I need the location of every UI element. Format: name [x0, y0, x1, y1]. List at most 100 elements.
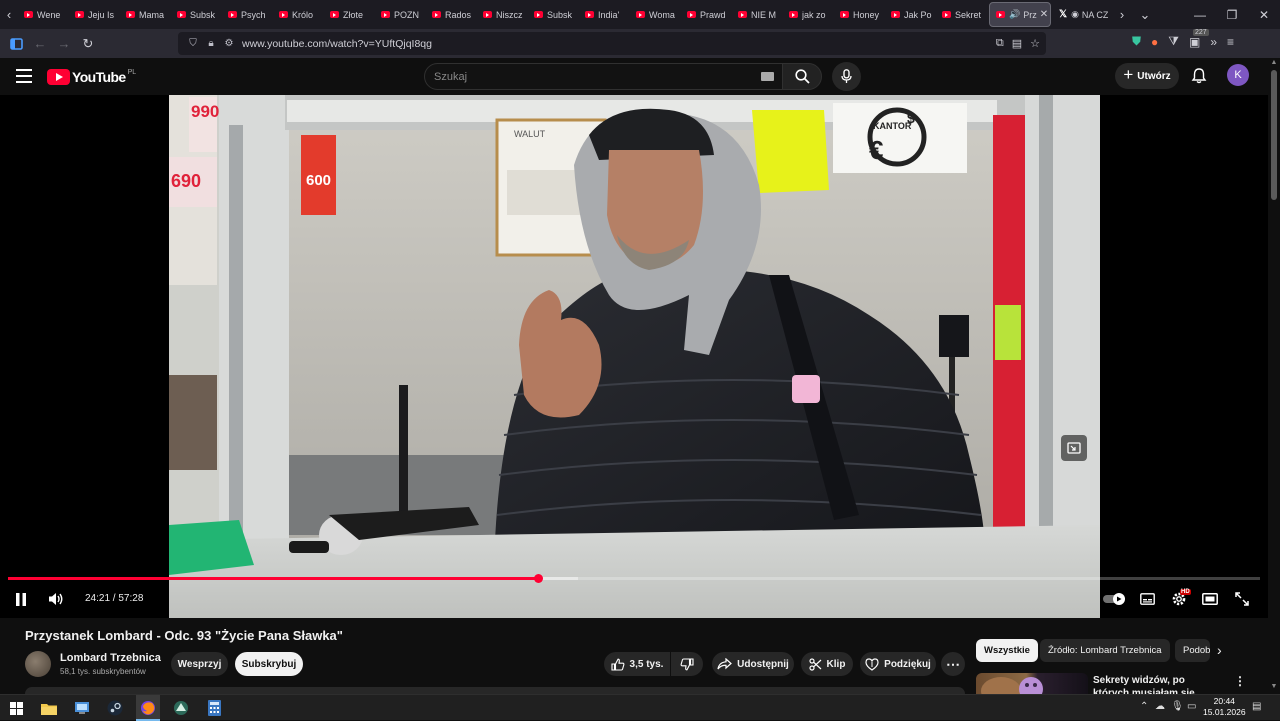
control-panel-icon[interactable] [72, 698, 92, 718]
browser-tab[interactable]: Jeju Is [69, 0, 120, 29]
tray-mic-icon[interactable]: 🎙︎ [1171, 701, 1184, 712]
chips-next-icon[interactable]: › [1217, 642, 1222, 658]
scroll-up-icon[interactable]: ▲ [1270, 59, 1278, 66]
tray-network-icon[interactable]: ▭ [1187, 701, 1196, 712]
channel-avatar[interactable] [25, 651, 51, 677]
shield-icon[interactable]: ⛉ [184, 38, 202, 49]
scroll-thumb[interactable] [1271, 70, 1277, 200]
browser-tab[interactable]: Złote [324, 0, 375, 29]
chip-source[interactable]: Źródło: Lombard Trzebnica [1040, 639, 1170, 662]
sidebar-toggle-icon[interactable] [4, 32, 28, 56]
voice-search-button[interactable] [832, 62, 861, 91]
minimize-icon[interactable]: — [1184, 0, 1216, 29]
browser-tab[interactable]: Mama [120, 0, 171, 29]
keyboard-icon[interactable] [761, 72, 774, 81]
like-button[interactable]: 3,5 tys. [604, 652, 670, 676]
join-button[interactable]: Wesprzyj [171, 652, 228, 676]
notifications-icon[interactable]: ▤ [1252, 701, 1261, 712]
browser-tab[interactable]: Rados [426, 0, 477, 29]
subtitles-button[interactable] [1137, 589, 1157, 609]
url-bar[interactable]: ⛉ 🔒︎ ⚙ www.youtube.com/watch?v=YUftQjqI8… [178, 32, 1046, 55]
firefox-icon[interactable] [138, 698, 158, 718]
clock[interactable]: 20:44 15.01.2026 [1203, 696, 1246, 718]
steam-icon[interactable] [105, 698, 125, 718]
browser-tab[interactable]: Psych [222, 0, 273, 29]
miniplayer-button[interactable] [1061, 435, 1087, 461]
hamburger-menu-icon[interactable] [16, 69, 32, 83]
back-icon[interactable]: ← [28, 32, 52, 56]
browser-tab[interactable]: India' [579, 0, 630, 29]
browser-tab[interactable]: Sekret [936, 0, 987, 29]
more-actions-button[interactable]: ⋯ [941, 652, 965, 676]
browser-tab[interactable]: POZN [375, 0, 426, 29]
restore-icon[interactable]: ❐ [1216, 0, 1248, 29]
channel-name[interactable]: Lombard Trzebnica [60, 652, 161, 664]
windows-start-icon[interactable] [6, 698, 26, 718]
browser-tab[interactable]: Woma [630, 0, 681, 29]
calculator-icon[interactable] [204, 698, 224, 718]
extension-shield-icon[interactable]: ⛊ [1132, 34, 1141, 49]
app-menu-icon[interactable]: ≡ [1227, 35, 1234, 49]
autoplay-toggle[interactable] [1102, 589, 1128, 609]
share-button[interactable]: Udostępnij [712, 652, 794, 676]
list-all-tabs-icon[interactable]: ⌄ [1131, 0, 1159, 29]
permissions-icon[interactable]: ⚙ [220, 38, 238, 49]
browser-tab[interactable]: Jak Po [885, 0, 936, 29]
tray-cloud-icon[interactable]: ☁ [1155, 701, 1165, 712]
speaker-icon[interactable]: 🔊 [1009, 9, 1020, 20]
browser-tab[interactable]: Wenе [18, 0, 69, 29]
close-tab-icon[interactable]: ✕ [1040, 9, 1048, 20]
video-frame[interactable]: 990 690 600 WALUT KANTOR € $ [169, 95, 1100, 618]
theater-mode-button[interactable] [1200, 589, 1220, 609]
app-icon[interactable] [171, 698, 191, 718]
mute-button[interactable] [45, 589, 67, 609]
progress-bar[interactable] [8, 574, 1260, 583]
youtube-logo[interactable]: YouTube PL [47, 68, 136, 85]
pause-button[interactable] [11, 589, 31, 609]
browser-tab[interactable]: Niszcz [477, 0, 528, 29]
settings-button[interactable]: HD [1168, 589, 1191, 609]
chip-similar[interactable]: Podob [1175, 639, 1210, 662]
reload-icon[interactable]: ↻ [76, 32, 100, 56]
fullscreen-button[interactable] [1232, 589, 1252, 609]
notifications-bell-icon[interactable] [1190, 67, 1208, 85]
recommendation-menu-icon[interactable]: ⋮ [1234, 674, 1246, 688]
browser-tab[interactable]: Subsk [528, 0, 579, 29]
recommendation-title[interactable]: Sekrety widzów, po których musiałam się … [1093, 674, 1223, 694]
create-button[interactable]: + Utwórz [1115, 63, 1179, 89]
reader-view-icon[interactable]: ▤ [1012, 37, 1022, 50]
browser-tab[interactable]: Królo [273, 0, 324, 29]
browser-tab[interactable]: Honey [834, 0, 885, 29]
browser-tab[interactable]: Prawd [681, 0, 732, 29]
forward-icon[interactable]: → [52, 32, 76, 56]
tabs-scroll-right-icon[interactable]: › [1113, 0, 1131, 29]
lock-icon[interactable]: 🔒︎ [202, 38, 220, 49]
tab-x[interactable]: 𝕏 ◉ NA CZ [1053, 0, 1113, 29]
extension-fox-icon[interactable]: ● [1151, 35, 1158, 49]
bookmark-star-icon[interactable]: ☆ [1030, 37, 1040, 50]
browser-tab[interactable]: NIE M [732, 0, 783, 29]
tray-chevron-icon[interactable]: ⌃ [1140, 701, 1148, 712]
dislike-button[interactable] [671, 652, 703, 676]
thanks-button[interactable]: Podziękuj [860, 652, 936, 676]
chip-all[interactable]: Wszystkie [976, 639, 1038, 662]
extensions-icon[interactable]: ⧩ [1168, 34, 1179, 49]
recommendation-thumbnail[interactable] [976, 673, 1088, 694]
progress-scrubber[interactable] [533, 574, 543, 583]
page-scrollbar[interactable]: ▲ ▼ [1268, 58, 1280, 694]
close-window-icon[interactable]: ✕ [1248, 0, 1280, 29]
tabs-scroll-left-icon[interactable]: ‹ [0, 0, 18, 29]
url-text[interactable]: www.youtube.com/watch?v=YUftQjqI8qg [242, 38, 432, 50]
file-explorer-icon[interactable] [39, 698, 59, 718]
browser-tab[interactable]: jak zo [783, 0, 834, 29]
clip-button[interactable]: Klip [801, 652, 853, 676]
overflow-menu-icon[interactable]: » [1210, 35, 1217, 49]
search-input[interactable]: Szukaj [424, 63, 784, 90]
subscribe-button[interactable]: Subskrybuj [235, 652, 303, 676]
description-box[interactable] [25, 687, 965, 694]
extension-ublock-icon[interactable]: ▣ 227 [1189, 28, 1209, 49]
picture-in-picture-icon[interactable]: ⧉ [996, 37, 1004, 50]
tab-active[interactable]: 🔊 Prz ✕ [989, 2, 1051, 27]
video-player[interactable]: 990 690 600 WALUT KANTOR € $ 24:21 / 57:… [0, 95, 1268, 618]
scroll-down-icon[interactable]: ▼ [1270, 683, 1278, 690]
